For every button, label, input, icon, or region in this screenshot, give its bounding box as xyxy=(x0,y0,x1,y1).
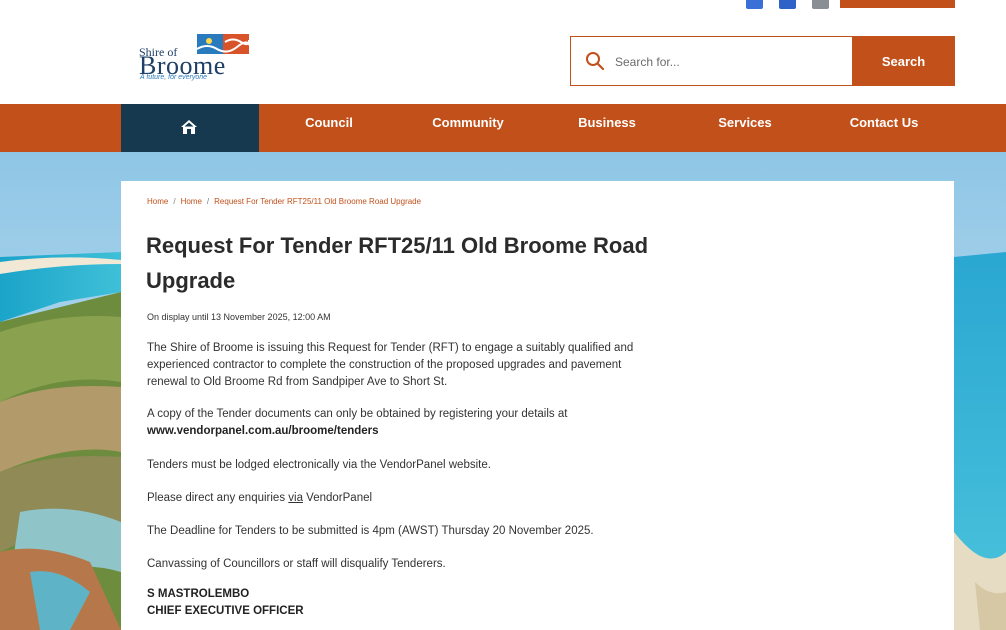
logo-tagline: A future, for everyone xyxy=(140,74,208,81)
paragraph-documents: A copy of the Tender documents can only … xyxy=(147,406,662,440)
facebook-icon[interactable] xyxy=(746,0,763,9)
content-card: Home / Home / Request For Tender RFT25/11 Ol… xyxy=(121,181,954,630)
paragraph-deadline: The Deadline for Tenders to be submitted… xyxy=(147,525,594,537)
search-input[interactable] xyxy=(613,45,847,79)
shire-logo[interactable]: Shire of Broome A future, for everyone xyxy=(137,32,257,92)
breadcrumb: Home / Home / Request For Tender RFT25/11 Ol… xyxy=(147,197,421,206)
top-utility-bar xyxy=(0,0,1006,12)
nav-home[interactable] xyxy=(121,104,259,152)
paragraph-canvassing: Canvassing of Councillors or staff will … xyxy=(147,558,446,570)
search-button[interactable]: Search xyxy=(852,36,955,86)
nav-item-council[interactable]: Council xyxy=(260,104,398,152)
nav-item-community[interactable]: Community xyxy=(398,104,538,152)
page-title: Request For Tender RFT25/11 Old Broome R… xyxy=(146,233,649,293)
search-icon xyxy=(586,52,605,71)
paragraph-enquiries: Please direct any enquiries via VendorPa… xyxy=(147,490,662,507)
signature-block: S MASTROLEMBO CHIEF EXECUTIVE OFFICER xyxy=(147,586,662,620)
nav-item-business[interactable]: Business xyxy=(538,104,676,152)
enquiries-text: Please direct any enquiries xyxy=(147,492,289,504)
top-action-button[interactable] xyxy=(840,0,955,8)
signer-name: S MASTROLEMBO xyxy=(147,588,250,600)
paragraph-lodging: Tenders must be lodged electronically vi… xyxy=(147,459,491,471)
email-icon[interactable] xyxy=(812,0,829,9)
display-until-text: On display until 13 November 2025, 12:00… xyxy=(147,312,331,322)
documents-text: A copy of the Tender documents can only … xyxy=(147,408,568,420)
vendorpanel-link[interactable]: www.vendorpanel.com.au/broome/tenders xyxy=(147,425,379,437)
search-box xyxy=(570,36,853,86)
nav-item-services[interactable]: Services xyxy=(676,104,814,152)
breadcrumb-separator: / xyxy=(206,197,210,206)
via-link[interactable]: via xyxy=(288,492,303,504)
paragraph-intro: The Shire of Broome is issuing this Requ… xyxy=(147,342,634,388)
nav-item-contact-us[interactable]: Contact Us xyxy=(814,104,954,152)
home-icon xyxy=(181,120,197,134)
linkedin-icon[interactable] xyxy=(779,0,796,9)
breadcrumb-home-2[interactable]: Home xyxy=(181,197,202,206)
breadcrumb-separator: / xyxy=(173,197,176,206)
main-nav: Council Community Business Services Cont… xyxy=(0,104,1006,152)
enquiries-text-end: VendorPanel xyxy=(302,492,373,504)
signer-title: CHIEF EXECUTIVE OFFICER xyxy=(147,605,304,617)
breadcrumb-current[interactable]: Request For Tender RFT25/11 Old Broome R… xyxy=(214,197,421,206)
breadcrumb-home[interactable]: Home xyxy=(147,197,168,206)
